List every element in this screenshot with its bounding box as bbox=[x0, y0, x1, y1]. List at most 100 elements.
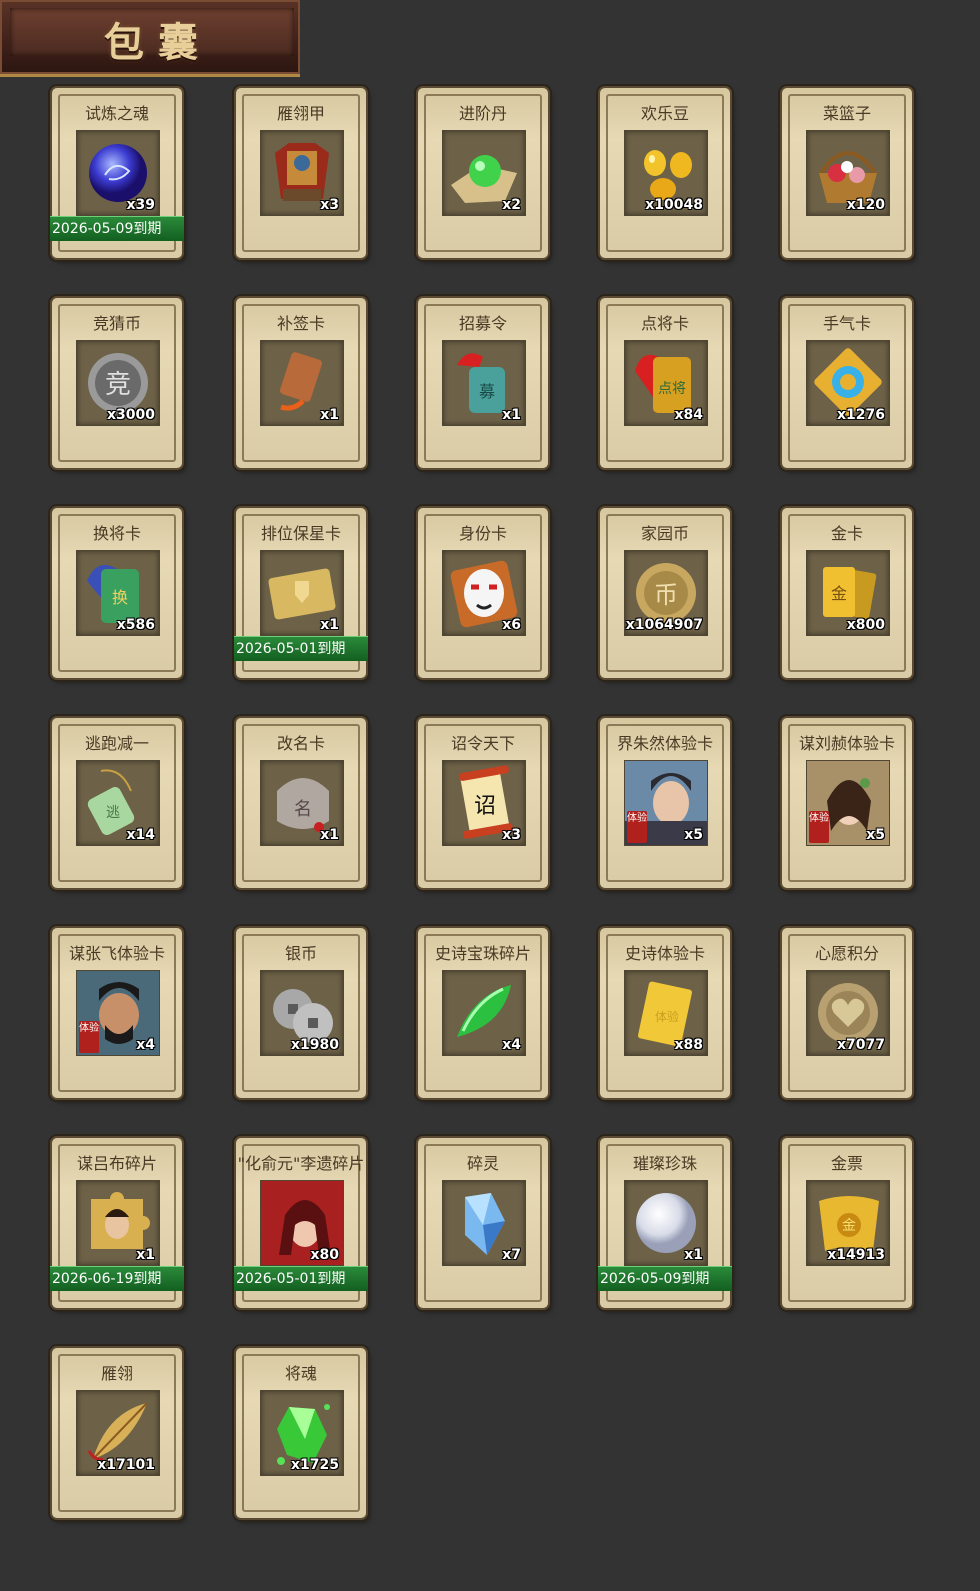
inventory-item[interactable]: 界朱然体验卡 体验 x5 bbox=[600, 718, 730, 888]
item-quantity: x3 bbox=[502, 827, 521, 843]
item-name: 诏令天下 bbox=[450, 734, 515, 753]
inventory-item[interactable]: 欢乐豆 x10048 bbox=[600, 88, 730, 258]
inventory-item[interactable]: 史诗宝珠碎片 x4 bbox=[418, 928, 548, 1098]
svg-text:换: 换 bbox=[112, 588, 128, 607]
item-quantity: x88 bbox=[674, 1037, 703, 1053]
tag-card-icon: x1 bbox=[260, 340, 344, 426]
pearl-icon: x1 bbox=[624, 1180, 708, 1266]
green-pill-icon: x2 bbox=[442, 130, 526, 216]
item-quantity: x1064907 bbox=[625, 617, 703, 633]
green-shard-icon: x4 bbox=[442, 970, 526, 1056]
inventory-item[interactable]: 招募令募 x1 bbox=[418, 298, 548, 468]
item-quantity: x1725 bbox=[291, 1457, 339, 1473]
inventory-item[interactable]: 史诗体验卡体验 x88 bbox=[600, 928, 730, 1098]
inventory-item[interactable]: 改名卡名 x1 bbox=[236, 718, 366, 888]
inventory-item[interactable]: 试炼之魂 x39 2026-05-09到期 bbox=[50, 88, 184, 258]
jade-tablet-icon: 逃 x14 bbox=[76, 760, 160, 846]
item-name: 谋刘赪体验卡 bbox=[798, 734, 895, 753]
svg-text:竞: 竞 bbox=[105, 370, 131, 400]
inventory-item[interactable]: "化俞元"李遗碎片 x80 2026-05-01到期 bbox=[234, 1138, 368, 1308]
inventory-item[interactable]: 手气卡 x1276 bbox=[782, 298, 912, 468]
inventory-item[interactable]: 金卡金 x800 bbox=[782, 508, 912, 678]
inventory-item[interactable]: 进阶丹 x2 bbox=[418, 88, 548, 258]
item-name: 菜篮子 bbox=[822, 104, 871, 123]
item-name: 史诗体验卡 bbox=[624, 944, 705, 963]
item-quantity: x14 bbox=[126, 827, 155, 843]
trial-badge: 体验 bbox=[79, 1021, 99, 1053]
item-quantity: x4 bbox=[136, 1037, 155, 1053]
inventory-item[interactable]: 身份卡 x6 bbox=[418, 508, 548, 678]
epic-card-icon: 体验 x88 bbox=[624, 970, 708, 1056]
recruit-token-icon: 募 x1 bbox=[442, 340, 526, 426]
item-name: 进阶丹 bbox=[458, 104, 507, 123]
svg-text:金: 金 bbox=[842, 1218, 856, 1234]
silver-coin-icon: 竞 x3000 bbox=[76, 340, 160, 426]
inventory-item[interactable]: 补签卡 x1 bbox=[236, 298, 366, 468]
item-name: 谋张飞体验卡 bbox=[68, 944, 165, 963]
svg-text:募: 募 bbox=[479, 382, 495, 401]
expiry-banner: 2026-05-01到期 bbox=[234, 636, 368, 661]
item-name: 改名卡 bbox=[276, 734, 325, 753]
item-name: 银币 bbox=[284, 944, 317, 963]
inventory-item[interactable]: 点将卡 点将 x84 bbox=[600, 298, 730, 468]
svg-text:名: 名 bbox=[294, 799, 312, 820]
item-name: 试炼之魂 bbox=[84, 104, 149, 123]
item-name: 谋吕布碎片 bbox=[76, 1154, 157, 1173]
inventory-item[interactable]: 碎灵 x7 bbox=[418, 1138, 548, 1308]
item-name: 家园币 bbox=[640, 524, 689, 543]
item-quantity: x39 bbox=[126, 197, 155, 213]
inventory-item[interactable]: 逃跑减一逃 x14 bbox=[52, 718, 182, 888]
heart-coin-icon: x7077 bbox=[806, 970, 890, 1056]
gold-card-icon: 金 x800 bbox=[806, 550, 890, 636]
inventory-item[interactable]: 换将卡换 x586 bbox=[52, 508, 182, 678]
inventory-item[interactable]: 诏令天下诏 x3 bbox=[418, 718, 548, 888]
swap-card-icon: 换 x586 bbox=[76, 550, 160, 636]
identity-mask-icon: x6 bbox=[442, 550, 526, 636]
svg-text:诏: 诏 bbox=[474, 794, 496, 819]
inventory-item[interactable]: 谋张飞体验卡体验 x4 bbox=[52, 928, 182, 1098]
item-name: 手气卡 bbox=[822, 314, 871, 333]
armor-icon: x3 bbox=[260, 130, 344, 216]
inventory-item[interactable]: 家园币币 x1064907 bbox=[600, 508, 730, 678]
feather-icon: x17101 bbox=[76, 1390, 160, 1476]
inventory-item[interactable]: 菜篮子 x120 bbox=[782, 88, 912, 258]
expiry-banner: 2026-05-01到期 bbox=[234, 1266, 368, 1291]
item-name: 雁翎 bbox=[100, 1364, 133, 1383]
inventory-item[interactable]: 雁翎甲 x3 bbox=[236, 88, 366, 258]
item-name: 心愿积分 bbox=[814, 944, 879, 963]
inventory-item[interactable]: 谋刘赪体验卡体验 x5 bbox=[782, 718, 912, 888]
item-quantity: x5 bbox=[866, 827, 885, 843]
inventory-item[interactable]: 银币 x1980 bbox=[236, 928, 366, 1098]
inventory-item[interactable]: 排位保星卡 x1 2026-05-01到期 bbox=[234, 508, 368, 678]
inventory-item[interactable]: 谋吕布碎片 x1 2026-06-19到期 bbox=[50, 1138, 184, 1308]
item-name: 界朱然体验卡 bbox=[616, 734, 713, 753]
inventory-item[interactable]: 竞猜币竞 x3000 bbox=[52, 298, 182, 468]
shield-card-icon: x1 bbox=[260, 550, 344, 636]
item-name: 身份卡 bbox=[458, 524, 507, 543]
inventory-item[interactable]: 璀璨珍珠 x1 2026-05-09到期 bbox=[598, 1138, 732, 1308]
svg-text:点将: 点将 bbox=[658, 381, 686, 397]
silver-coins-icon: x1980 bbox=[260, 970, 344, 1056]
item-name: 排位保星卡 bbox=[260, 524, 341, 543]
svg-text:金: 金 bbox=[831, 584, 847, 603]
expiry-banner: 2026-05-09到期 bbox=[598, 1266, 732, 1291]
svg-text:体验: 体验 bbox=[655, 1009, 679, 1024]
item-name: 雁翎甲 bbox=[276, 104, 325, 123]
inventory-item[interactable]: 心愿积分 x7077 bbox=[782, 928, 912, 1098]
item-name: 补签卡 bbox=[276, 314, 325, 333]
trial-badge: 体验 bbox=[809, 811, 829, 843]
item-name: 欢乐豆 bbox=[640, 104, 689, 123]
item-name: 逃跑减一 bbox=[84, 734, 149, 753]
item-quantity: x17101 bbox=[97, 1457, 155, 1473]
home-coin-icon: 币 x1064907 bbox=[624, 550, 708, 636]
item-quantity: x14913 bbox=[827, 1247, 885, 1263]
item-name: 史诗宝珠碎片 bbox=[434, 944, 531, 963]
item-quantity: x3000 bbox=[107, 407, 155, 423]
item-quantity: x800 bbox=[846, 617, 885, 633]
inventory-item[interactable]: 金票金 x14913 bbox=[782, 1138, 912, 1308]
flower-basket-icon: x120 bbox=[806, 130, 890, 216]
item-quantity: x1 bbox=[502, 407, 521, 423]
inventory-item[interactable]: 雁翎 x17101 bbox=[52, 1348, 182, 1518]
item-quantity: x1 bbox=[136, 1247, 155, 1263]
inventory-item[interactable]: 将魂 x1725 bbox=[236, 1348, 366, 1518]
